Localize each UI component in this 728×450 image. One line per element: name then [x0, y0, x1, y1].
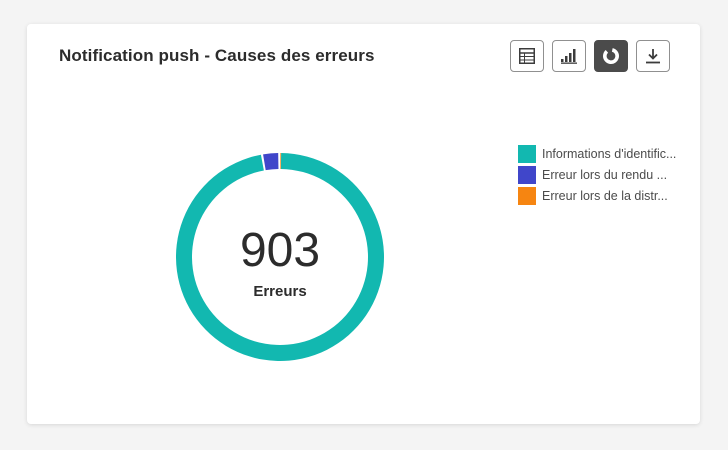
download-button[interactable]: [636, 40, 670, 72]
total-errors-value: 903: [239, 224, 321, 277]
download-icon: [646, 49, 660, 64]
bar-chart-view-button[interactable]: [552, 40, 586, 72]
legend-item-identification[interactable]: Informations d'identific...: [518, 145, 696, 163]
chart-card: Notification push - Causes des erreurs 9…: [27, 24, 700, 424]
total-errors-label: Erreurs: [253, 283, 307, 300]
legend-item-rendering-error[interactable]: Erreur lors du rendu ...: [518, 166, 696, 184]
donut-slice-1[interactable]: [263, 153, 279, 171]
donut-chart-icon: [603, 48, 619, 64]
legend-item-delivery-error[interactable]: Erreur lors de la distr...: [518, 187, 696, 205]
chart-legend: Informations d'identific... Erreur lors …: [518, 145, 696, 208]
legend-swatch: [518, 187, 536, 205]
donut-chart: 903 Erreurs: [166, 143, 394, 371]
chart-toolbar: [510, 40, 670, 72]
donut-chart-view-button[interactable]: [594, 40, 628, 72]
legend-label: Informations d'identific...: [542, 147, 677, 161]
legend-label: Erreur lors de la distr...: [542, 189, 668, 203]
legend-swatch: [518, 145, 536, 163]
card-title: Notification push - Causes des erreurs: [59, 46, 375, 65]
table-icon: [519, 48, 535, 64]
legend-swatch: [518, 166, 536, 184]
table-view-button[interactable]: [510, 40, 544, 72]
bar-chart-icon: [561, 49, 577, 64]
legend-label: Erreur lors du rendu ...: [542, 168, 668, 182]
